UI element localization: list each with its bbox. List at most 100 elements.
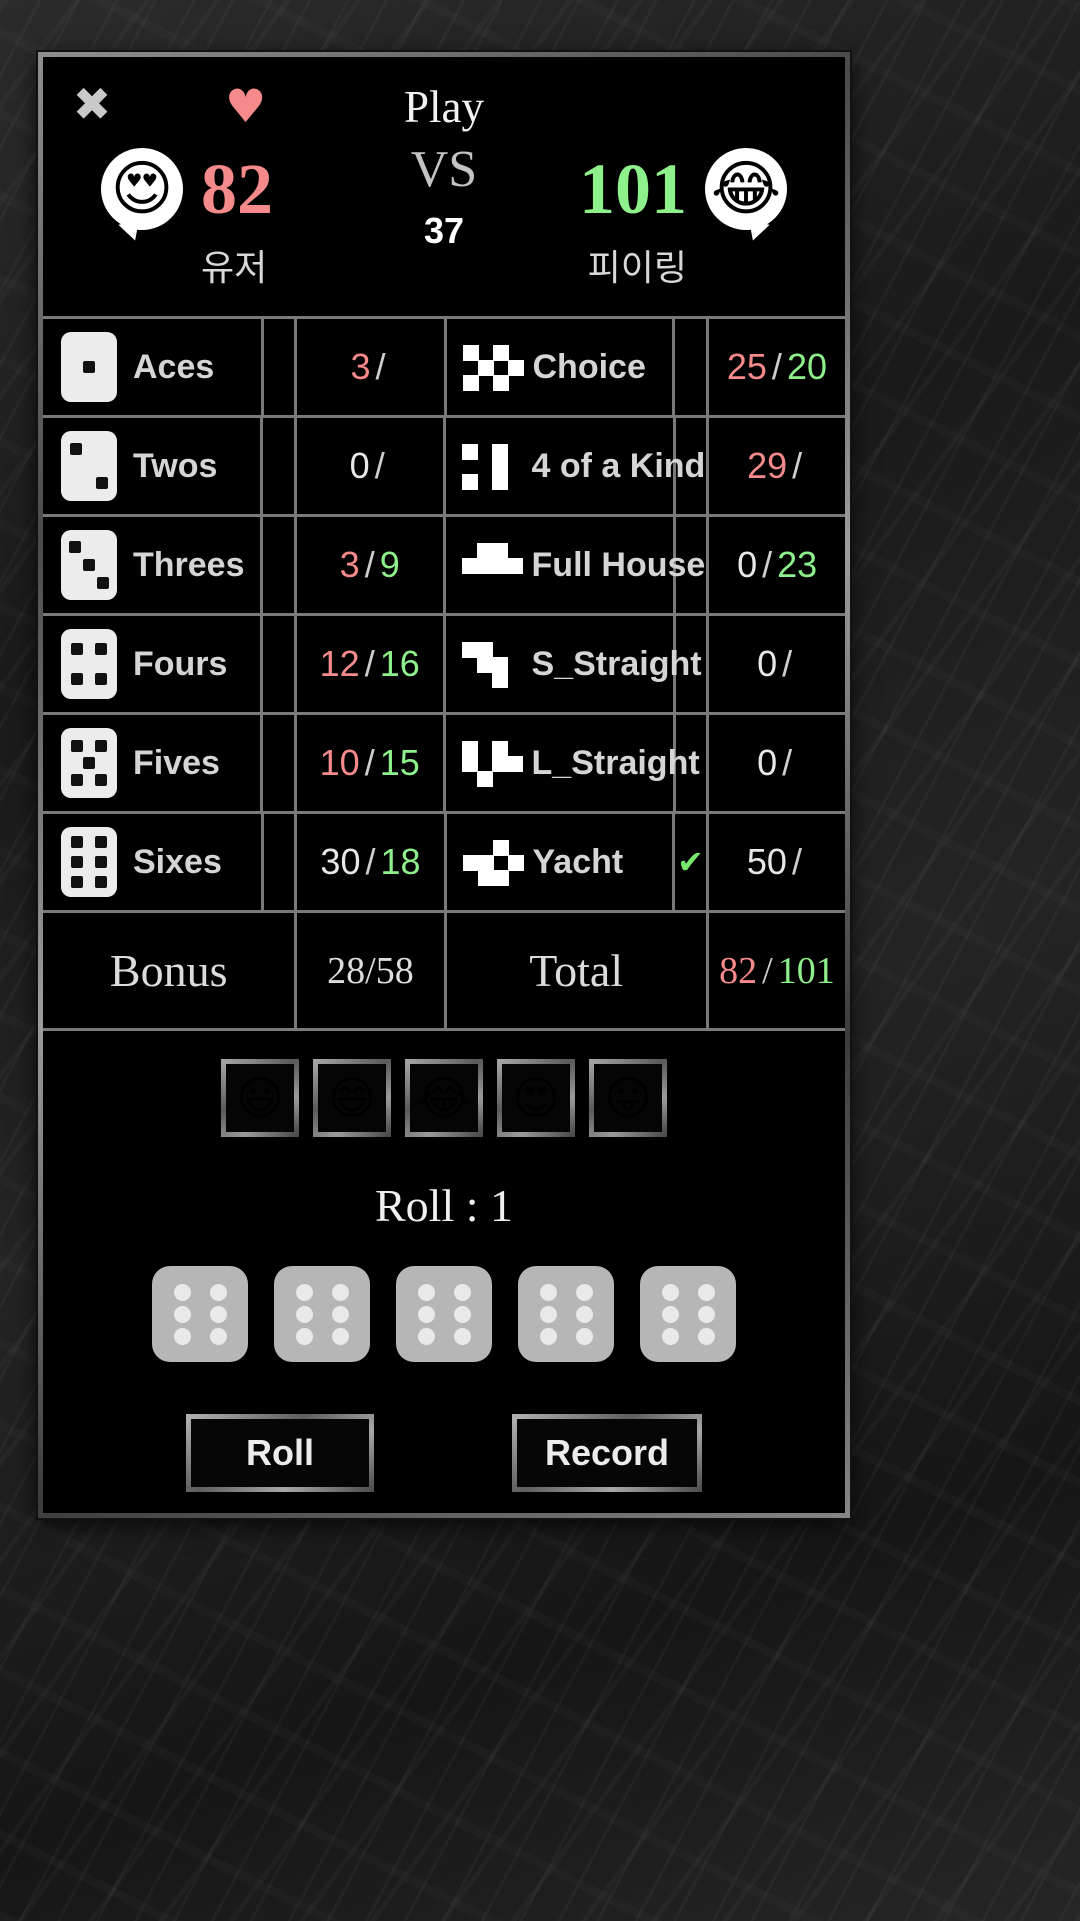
category-score-cell: 3/9 xyxy=(297,517,446,613)
score-slash: / xyxy=(792,445,803,486)
bonus-label: Bonus xyxy=(109,945,228,996)
category-score-cell: 29/ xyxy=(709,418,845,514)
roll-button[interactable]: Roll xyxy=(185,1414,374,1492)
bottom-panel: 😃 😄 😂 😍 😛 Roll : 1 Roll Record xyxy=(43,1031,845,1513)
category-check-cell xyxy=(263,517,297,613)
score-slash: / xyxy=(782,643,793,684)
action-buttons: Roll Record xyxy=(43,1414,845,1492)
pix-lstraight-icon xyxy=(460,735,523,791)
emoji-smiling-eyes-button[interactable]: 😄 xyxy=(313,1059,391,1137)
die-face-5-icon xyxy=(61,728,117,798)
table-row: Sixes 30/18 Yacht ✔ 50/ xyxy=(43,814,845,913)
score-value-right: 16 xyxy=(379,643,420,684)
rolled-die-6[interactable] xyxy=(274,1266,370,1362)
score-value: 50/ xyxy=(747,841,807,883)
category-cell-4-of-a-kind[interactable]: 4 of a Kind xyxy=(446,418,705,514)
category-check-cell xyxy=(676,418,710,514)
category-score-cell: 25/20 xyxy=(709,319,845,415)
total-slash: / xyxy=(762,949,773,992)
score-slash: / xyxy=(364,544,375,585)
category-cell-full-house[interactable]: Full House xyxy=(446,517,705,613)
category-label: Threes xyxy=(133,545,245,584)
score-value: 10/15 xyxy=(320,742,420,784)
category-label: Sixes xyxy=(133,842,222,881)
score-value-left: 0 xyxy=(737,544,758,585)
score-value: 0/ xyxy=(350,445,390,487)
total-value-right: 101 xyxy=(777,949,835,992)
die-face-4-icon xyxy=(61,629,117,699)
table-row: Threes 3/9 Full House 0/23 xyxy=(43,517,845,616)
category-cell-sixes[interactable]: Sixes xyxy=(43,814,264,910)
category-cell-yacht[interactable]: Yacht xyxy=(447,814,676,910)
table-row: Fives 10/15 L_Straight 0/ xyxy=(43,715,845,814)
rolled-die-6[interactable] xyxy=(152,1266,248,1362)
score-slash: / xyxy=(374,445,385,486)
category-check-cell: ✔ xyxy=(675,814,709,910)
score-value-right: 23 xyxy=(777,544,818,585)
category-score-cell: 12/16 xyxy=(297,616,446,712)
category-cell-fours[interactable]: Fours xyxy=(43,616,264,712)
total-label-cell: Total xyxy=(447,913,709,1028)
score-value: 3/9 xyxy=(340,544,400,586)
score-slash: / xyxy=(364,643,375,684)
emoji-grinning-button[interactable]: 😃 xyxy=(221,1059,299,1137)
category-label: Twos xyxy=(133,446,218,485)
total-value-cell: 82/101 xyxy=(709,913,845,1028)
bonus-total-row: Bonus 28/58 Total 82/101 xyxy=(43,913,845,1031)
category-cell-choice[interactable]: Choice xyxy=(447,319,676,415)
emoji-heart-eyes-icon: 😍 xyxy=(110,154,174,224)
match-header: ✖ ♥ Play VS 37 😍 82 유저 101 😂 피이링 xyxy=(43,57,845,319)
category-check-cell xyxy=(263,715,297,811)
score-value-right: 20 xyxy=(786,346,827,387)
emoji-tongue-out-button[interactable]: 😛 xyxy=(589,1059,667,1137)
score-value-left: 3 xyxy=(339,544,360,585)
score-value: 29/ xyxy=(747,445,807,487)
avatar-right: 😂 xyxy=(705,148,787,230)
score-value: 3/ xyxy=(350,346,390,388)
emoji-tears-of-joy-icon: 😂 xyxy=(710,154,782,224)
score-value-left: 0 xyxy=(757,742,778,783)
emoji-grinning-icon: 😃 xyxy=(236,1071,284,1125)
emoji-tears-of-joy-button[interactable]: 😂 xyxy=(405,1059,483,1137)
score-value: 0/23 xyxy=(737,544,817,586)
score-value-right: 18 xyxy=(380,841,421,882)
score-value-right: 15 xyxy=(379,742,420,783)
score-slash: / xyxy=(365,841,376,882)
die-face-2-icon xyxy=(61,431,117,501)
category-score-cell: 0/23 xyxy=(709,517,845,613)
player-left-name: 유저 xyxy=(201,248,268,289)
score-value-left: 3 xyxy=(350,346,371,387)
rolled-die-6[interactable] xyxy=(518,1266,614,1362)
check-icon: ✔ xyxy=(677,843,704,881)
score-slash: / xyxy=(791,841,802,882)
rolled-die-6[interactable] xyxy=(396,1266,492,1362)
category-score-cell: 50/ xyxy=(709,814,845,910)
game-window: ✖ ♥ Play VS 37 😍 82 유저 101 😂 피이링 Aces 3 … xyxy=(38,52,850,1518)
emoji-tongue-out-icon: 😛 xyxy=(604,1071,652,1125)
category-cell-aces[interactable]: Aces xyxy=(43,319,264,415)
table-row: Twos 0/4 of a Kind 29/ xyxy=(43,418,845,517)
score-value-right: 9 xyxy=(379,544,400,585)
roll-counter-label: Roll : 1 xyxy=(374,1180,514,1231)
category-cell-l-straight[interactable]: L_Straight xyxy=(446,715,700,811)
category-cell-twos[interactable]: Twos xyxy=(43,418,264,514)
category-label: Fives xyxy=(133,743,220,782)
category-score-cell: 0/ xyxy=(297,418,446,514)
emoji-heart-eyes-button[interactable]: 😍 xyxy=(497,1059,575,1137)
record-button[interactable]: Record xyxy=(511,1414,703,1492)
bonus-value: 28/58 xyxy=(327,949,414,992)
player-right: 101 😂 피이링 xyxy=(467,143,787,291)
pix-choice-icon xyxy=(461,339,524,395)
category-cell-fives[interactable]: Fives xyxy=(43,715,264,811)
score-slash: / xyxy=(771,346,782,387)
table-row: Fours 12/16 S_Straight 0/ xyxy=(43,616,845,715)
emoji-tears-of-joy-icon: 😂 xyxy=(417,1071,471,1125)
rolled-die-6[interactable] xyxy=(640,1266,736,1362)
emoji-bar: 😃 😄 😂 😍 😛 xyxy=(43,1031,845,1137)
category-cell-threes[interactable]: Threes xyxy=(43,517,264,613)
player-left-score: 82 xyxy=(201,149,273,229)
die-face-6-icon xyxy=(61,827,117,897)
category-cell-s-straight[interactable]: S_Straight xyxy=(446,616,702,712)
pix-yacht-icon xyxy=(461,834,524,890)
emoji-heart-eyes-icon: 😍 xyxy=(512,1071,560,1125)
